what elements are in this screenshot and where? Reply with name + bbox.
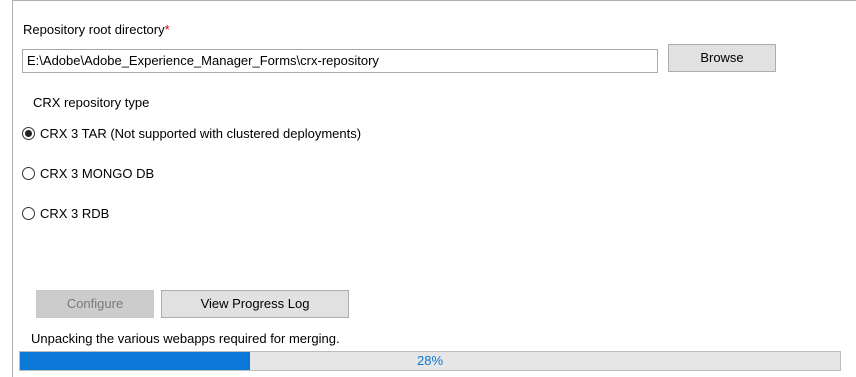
radio-option-crx3-tar[interactable]: CRX 3 TAR (Not supported with clustered … [22, 124, 361, 142]
repository-path-value: E:\Adobe\Adobe_Experience_Manager_Forms\… [27, 53, 379, 68]
repository-root-label-text: Repository root directory [23, 22, 165, 37]
repository-path-input[interactable]: E:\Adobe\Adobe_Experience_Manager_Forms\… [22, 49, 658, 73]
repository-root-label: Repository root directory* [23, 22, 170, 38]
configure-button-label: Configure [66, 296, 124, 311]
browse-button[interactable]: Browse [668, 44, 776, 72]
browse-button-label: Browse [700, 50, 744, 65]
configure-button[interactable]: Configure [36, 290, 154, 318]
progress-bar: 28% [19, 351, 841, 371]
repository-type-label: CRX repository type [33, 95, 150, 110]
required-marker: * [164, 22, 170, 37]
progress-percent-text: 28% [416, 353, 444, 368]
view-progress-log-label: View Progress Log [200, 296, 310, 311]
view-progress-log-button[interactable]: View Progress Log [161, 290, 349, 318]
radio-option-crx3-mongo[interactable]: CRX 3 MONGO DB [22, 164, 154, 182]
progress-status-text: Unpacking the various webapps required f… [31, 331, 340, 346]
radio-unselected-icon[interactable] [22, 166, 35, 180]
radio-label-crx3-mongo: CRX 3 MONGO DB [40, 165, 155, 181]
radio-label-crx3-tar: CRX 3 TAR (Not supported with clustered … [40, 125, 362, 141]
radio-selected-icon[interactable] [22, 126, 35, 140]
radio-dot [25, 129, 32, 137]
radio-unselected-icon[interactable] [22, 206, 35, 220]
radio-label-crx3-rdb: CRX 3 RDB [40, 205, 110, 221]
radio-option-crx3-rdb[interactable]: CRX 3 RDB [22, 204, 109, 222]
